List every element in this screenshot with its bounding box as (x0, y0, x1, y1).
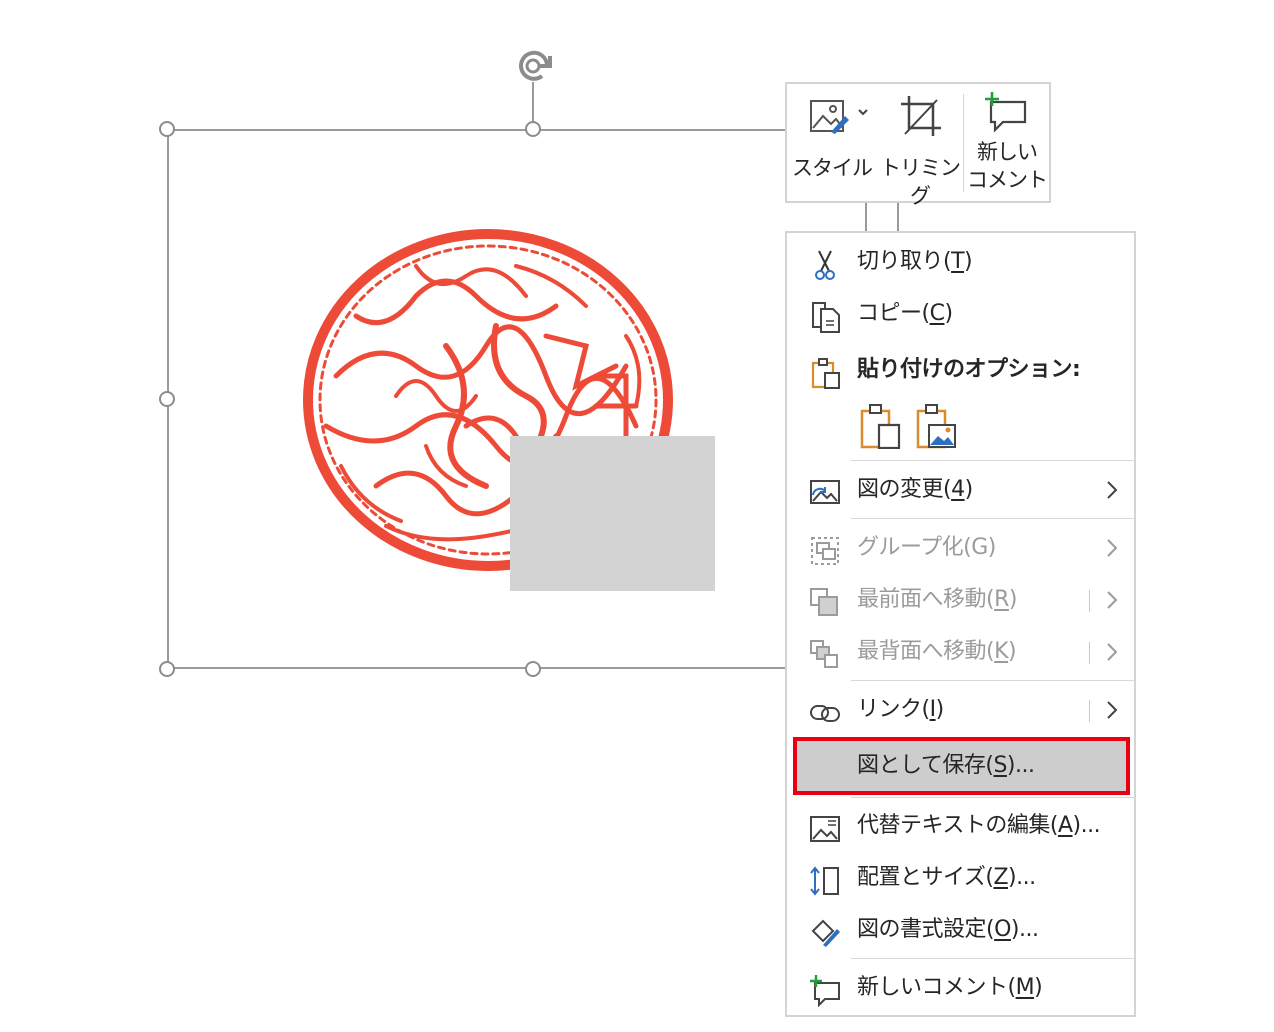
chevron-right-icon (1107, 481, 1118, 499)
size-position-icon (810, 866, 839, 896)
redacted-area (510, 436, 715, 591)
menu-item-size-position[interactable]: 配置とサイズ(Z)... (787, 853, 1134, 903)
menu-separator (851, 797, 1134, 798)
crop-icon (901, 96, 941, 136)
clipboard-icon (811, 358, 840, 389)
new-comment-icon (985, 92, 1027, 133)
new-comment-button[interactable]: 新しい コメント (965, 84, 1049, 201)
menu-item-copy[interactable]: コピー(C) (787, 289, 1134, 339)
new-comment-icon (810, 975, 840, 1007)
paste-keep-format-icon[interactable] (859, 403, 901, 449)
mini-toolbar: スタイル トリミング 新しい コメント (785, 82, 1051, 208)
link-icon (810, 705, 840, 722)
menu-item-send-to-back[interactable]: 最背面へ移動(K) (787, 627, 1134, 677)
resize-handle-left[interactable] (159, 391, 175, 407)
scissors-icon (815, 250, 835, 280)
rotation-stem (532, 82, 534, 122)
new-comment-label: 新しい コメント (967, 140, 1048, 192)
style-label: スタイル (792, 156, 873, 180)
menu-item-paste-options: 貼り付けのオプション: (787, 345, 1134, 395)
menu-item-format-picture[interactable]: 図の書式設定(O)... (787, 905, 1134, 955)
toolbar-connector (897, 203, 899, 233)
menu-item-cut[interactable]: 切り取り(T) (787, 237, 1134, 287)
rotate-handle-icon[interactable] (512, 46, 558, 86)
trim-button[interactable]: トリミング (877, 84, 963, 208)
chevron-right-icon[interactable] (1105, 589, 1119, 611)
split-divider (1089, 590, 1090, 612)
menu-item-bring-to-front[interactable]: 最前面へ移動(R) (787, 575, 1134, 625)
bring-to-front-icon (810, 588, 838, 616)
chevron-right-icon (1107, 539, 1118, 557)
resize-handle-top[interactable] (525, 121, 541, 137)
chevron-right-icon[interactable] (1105, 699, 1119, 721)
menu-separator (851, 460, 1134, 461)
menu-separator (851, 680, 1134, 681)
document-canvas: スタイル トリミング 新しい コメント 切り取り(T) コピー(C) 貼り付けの… (0, 0, 1274, 1032)
menu-item-new-comment[interactable]: 新しいコメント(M) (787, 963, 1134, 1013)
menu-item-save-as-picture[interactable]: 図として保存(S)... (793, 737, 1130, 795)
menu-item-change-picture[interactable]: 図の変更(4) (787, 465, 1134, 515)
copy-icon (812, 302, 840, 333)
mini-toolbar-separator (963, 94, 964, 192)
menu-separator (851, 958, 1134, 959)
resize-handle-bottom[interactable] (525, 661, 541, 677)
send-to-back-icon (810, 640, 838, 668)
change-picture-icon (810, 480, 840, 504)
paste-as-picture-icon[interactable] (915, 403, 957, 449)
trim-label: トリミング (880, 156, 961, 208)
split-divider (1089, 642, 1090, 664)
split-divider (1089, 700, 1090, 722)
menu-item-edit-alt-text[interactable]: 代替テキストの編集(A)... (787, 801, 1134, 851)
context-menu: 切り取り(T) コピー(C) 貼り付けのオプション: 図の変更(4) グループ化… (785, 231, 1136, 1017)
group-icon (811, 537, 839, 565)
picture-style-icon (810, 100, 868, 134)
menu-separator (851, 518, 1134, 519)
menu-item-link[interactable]: リンク(I) (787, 685, 1134, 735)
style-button[interactable]: スタイル (787, 84, 877, 201)
alt-text-icon (810, 816, 840, 842)
chevron-right-icon[interactable] (1105, 641, 1119, 663)
resize-handle-top-left[interactable] (159, 121, 175, 137)
format-picture-icon (811, 919, 840, 947)
menu-item-group[interactable]: グループ化(G) (787, 523, 1134, 573)
resize-handle-bottom-left[interactable] (159, 661, 175, 677)
